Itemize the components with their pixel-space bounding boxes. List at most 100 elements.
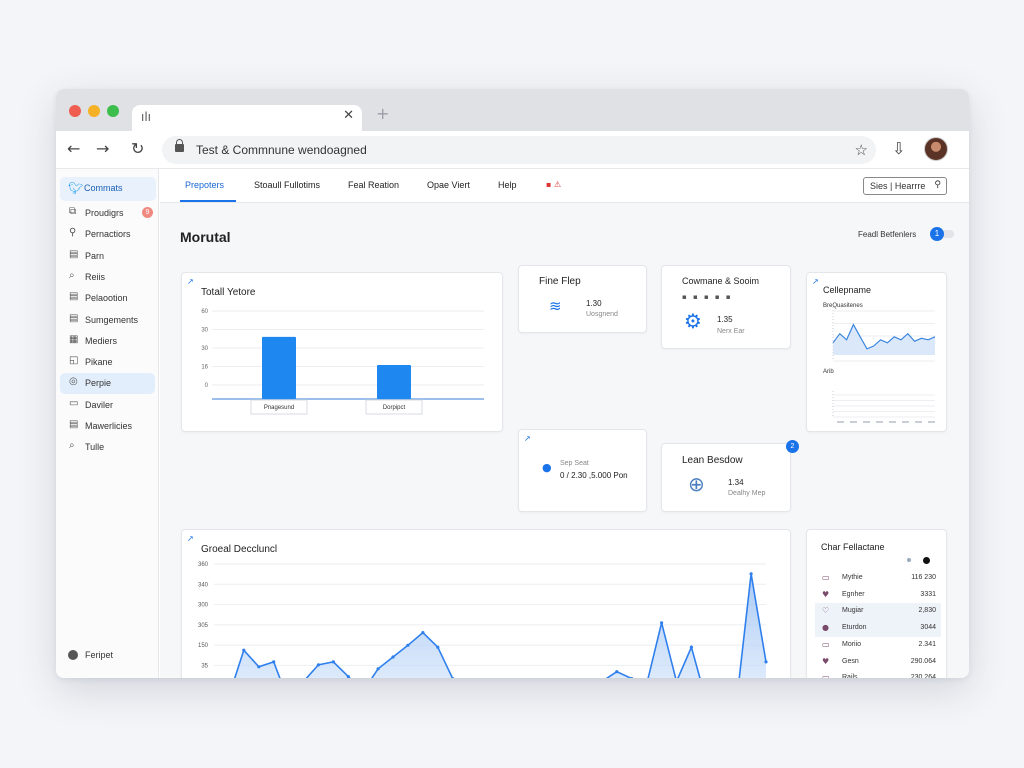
sidebar-item-6[interactable]: ▦ Mediers (60, 331, 155, 352)
new-tab-button[interactable]: + (376, 104, 389, 123)
brand-label: Commats (84, 183, 123, 193)
row-icon: ▭ (822, 639, 830, 649)
sidebar-item-4[interactable]: ▤ Pelaootion (60, 288, 155, 309)
search-input[interactable]: Sies | Hearrre ⚲ (863, 177, 947, 195)
sidebar-item-icon: ⌕ (69, 440, 75, 452)
sidebar-item-7[interactable]: ◱ Pikane (60, 352, 155, 373)
reload-icon[interactable]: ↻ (131, 140, 144, 158)
chat-row[interactable]: ▭ Rails 230.264 (815, 670, 941, 678)
mini-line-2: 0 / 2.30 ,5.000 Pon (560, 471, 628, 480)
chat-row[interactable]: ♥ Gesn 290.064 (815, 654, 941, 671)
sidebar-item-label: Mediers (85, 335, 118, 346)
url-text[interactable]: Test & Commnune wendoagned (196, 143, 367, 157)
data-point (660, 621, 664, 625)
row-value: 3044 (920, 624, 936, 632)
chat-row[interactable]: ♥ Egnher 3331 (815, 587, 941, 604)
globe-icon: ⊕ (688, 472, 705, 496)
alert-icon[interactable]: ▪ ⚠ (546, 180, 561, 189)
bar-chart: 60 30 30 16 0 Pnagesund Dorpipct (201, 309, 484, 415)
subtab-0[interactable]: Prepoters (185, 180, 224, 190)
search-icon[interactable]: ⚲ (934, 180, 941, 190)
profile-avatar[interactable] (924, 137, 948, 161)
stat-sub: Uosgnend (586, 311, 618, 318)
sidebar-item-0[interactable]: ⧉ Proudigrs 9 (60, 203, 155, 224)
maximize-window-button[interactable] (107, 105, 119, 117)
row-icon: ♥ (822, 589, 830, 599)
sidebar-item-11[interactable]: ⌕ Tulle (60, 437, 155, 458)
chat-row[interactable]: ▭ Mythie 116 230 (815, 570, 941, 587)
pin-icon: ● (542, 461, 552, 474)
top-right-link[interactable]: Feadl Betfenlers (858, 230, 916, 239)
gear-icon: ⚙ (684, 309, 702, 333)
minimize-window-button[interactable] (88, 105, 100, 117)
data-point (242, 648, 246, 652)
tab-strip: ılı ✕ + (56, 89, 969, 131)
subtab-2[interactable]: Feal Reation (348, 180, 399, 190)
y-tick-label: 150 (198, 643, 209, 649)
pager-dot-active[interactable] (923, 557, 930, 564)
notification-badge[interactable]: 1 (930, 227, 944, 241)
y-tick-label: 30 (201, 328, 208, 334)
close-window-button[interactable] (69, 105, 81, 117)
row-name: Egnher (842, 590, 865, 598)
download-icon[interactable]: ⇩ (892, 140, 905, 158)
y-tick-label: 60 (201, 309, 208, 315)
sidebar-item-5[interactable]: ▤ Sumgements (60, 310, 155, 331)
chat-row[interactable]: ♡ Mugiar 2,830 (815, 603, 941, 621)
bookmark-star-icon[interactable]: ☆ (855, 141, 868, 159)
subtab-3[interactable]: Opae Viert (427, 180, 470, 190)
sidebar-brand[interactable]: 🐦︎ Commats (60, 177, 156, 201)
bird-logo-icon: 🐦︎ (68, 181, 84, 195)
pager-dot[interactable] (907, 558, 911, 562)
cell-line-chart (832, 307, 936, 423)
x-tick-mark (876, 421, 883, 423)
lean-card[interactable]: Lean Besdow 2 ⊕ 1.34 Dealhy Mep (661, 440, 799, 512)
comm-card[interactable]: Cowmane & Sooim ▪ ▪ ▪ ▪ ▪ ⚙ 1.35 Nerx Ea… (661, 265, 791, 349)
tab-close-icon[interactable]: ✕ (343, 108, 354, 123)
count-badge: 2 (786, 440, 799, 453)
sidebar-item-label: Reiis (85, 271, 106, 282)
chat-row[interactable]: ● Eturdon 3044 (815, 620, 941, 638)
browser-tab[interactable]: ılı ✕ (132, 105, 362, 131)
y-tick-label: 360 (198, 562, 209, 568)
sidebar-item-3[interactable]: ⌕ Reiis (60, 267, 155, 288)
sidebar-item-label: Pelaootion (85, 293, 128, 304)
chat-row[interactable]: ▭ Moriio 2.341 (815, 637, 941, 654)
search-text: Sies | Hearrre (870, 181, 926, 191)
sidebar-item-2[interactable]: ▤ Parn (60, 246, 155, 267)
row-icon: ▭ (822, 673, 830, 678)
sidebar-item-10[interactable]: ▤ Mawerlicies (60, 416, 155, 437)
subtab-4[interactable]: Help (498, 180, 517, 190)
sidebar-item-icon: ◎ (69, 376, 78, 388)
data-point (331, 660, 335, 664)
x-tick-mark (837, 421, 844, 423)
sidebar-item-badge: 9 (142, 207, 153, 218)
stat-value: 1.30 (586, 299, 602, 308)
sidebar-item-icon: ⚲ (69, 227, 77, 239)
corner-mark-icon: ↗ (524, 434, 531, 443)
category-label: Pnagesund (264, 405, 294, 411)
subtab-1[interactable]: Stoaull Fullotims (254, 180, 320, 190)
data-point (764, 660, 768, 664)
row-name: Moriio (842, 640, 862, 648)
row-value: 116 230 (911, 574, 936, 581)
x-tick-mark (928, 421, 935, 423)
flip-card[interactable]: Fine Flep ≋ 1.30 Uosgnend (518, 265, 647, 333)
layers-icon: ≋ (549, 297, 562, 315)
mini-stat-card[interactable]: ↗ ● Sep Seat 0 / 2.30 ,5.000 Pon (518, 429, 647, 512)
data-point (630, 677, 634, 678)
row-icon: ● (822, 623, 829, 633)
x-tick-mark (889, 421, 896, 423)
x-tick-mark (915, 421, 922, 423)
address-bar[interactable]: Test & Commnune wendoagned ☆ (162, 136, 876, 164)
sidebar-item-8[interactable]: ◎ Perpie (60, 373, 155, 395)
lock-icon (175, 139, 184, 152)
sidebar-item-1[interactable]: ⚲ Pernactiors (60, 224, 155, 245)
sidebar: 🐦︎ Commats ⧉ Proudigrs 9 ⚲ Pernactiors ▤ Parn ⌕… (56, 169, 159, 678)
stat-sub: Dealhy Mep (728, 490, 766, 497)
sidebar-item-9[interactable]: ▭ Daviler (60, 395, 155, 416)
data-point (272, 660, 276, 664)
back-arrow-icon[interactable]: ← (67, 140, 80, 158)
bar (377, 364, 411, 399)
forward-arrow-icon[interactable]: → (96, 140, 109, 158)
